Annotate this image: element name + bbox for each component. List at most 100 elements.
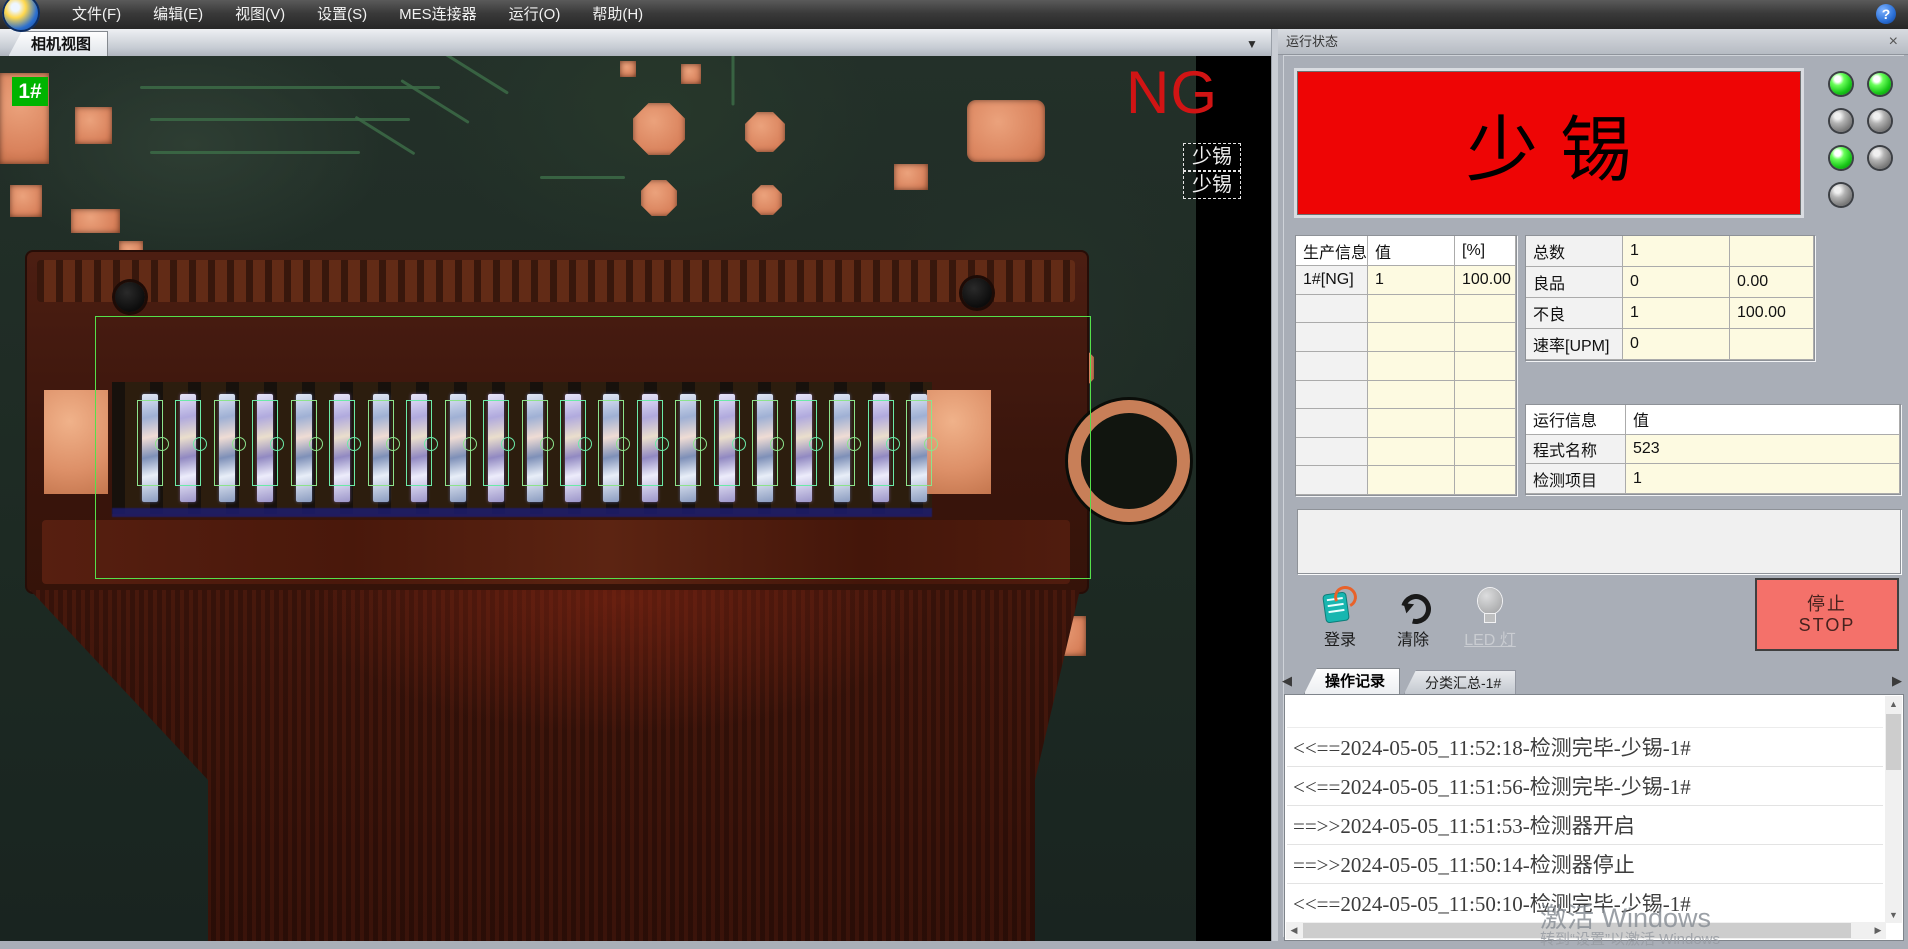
run-info-table: 运行信息值程式名称523检测项目1	[1525, 404, 1901, 495]
menu-item[interactable]: 视图(V)	[219, 0, 301, 29]
camera-tab-bar: 相机视图 ▼	[0, 29, 1271, 57]
table-cell: 1	[1623, 298, 1730, 329]
menu-item[interactable]: 设置(S)	[301, 0, 383, 29]
scroll-down-icon[interactable]: ▼	[1885, 907, 1902, 923]
table-cell: 1#[NG]	[1296, 266, 1368, 295]
table-cell: 100.00	[1455, 266, 1516, 295]
panel-title: 运行状态	[1286, 34, 1338, 49]
table-cell	[1296, 409, 1368, 438]
menu-bar: 文件(F)编辑(E)视图(V)设置(S)MES连接器运行(O)帮助(H) ?	[0, 0, 1908, 29]
vertical-scrollbar[interactable]: ▲ ▼	[1885, 696, 1902, 923]
menu-item[interactable]: 文件(F)	[56, 0, 137, 29]
table-cell: 检测项目	[1526, 464, 1626, 494]
menu-item[interactable]: 运行(O)	[493, 0, 577, 29]
table-cell	[1296, 295, 1368, 324]
id-badge-icon	[1325, 588, 1355, 622]
app-window: 文件(F)编辑(E)视图(V)设置(S)MES连接器运行(O)帮助(H) ? 相…	[0, 0, 1908, 941]
scroll-up-icon[interactable]: ▲	[1885, 696, 1902, 712]
table-cell: 程式名称	[1526, 435, 1626, 465]
log-entry: <<==2024-05-05_11:52:18-检测完毕-少锡-1#	[1287, 728, 1883, 767]
defect-tags: 少锡少锡	[1183, 143, 1243, 199]
camera-view[interactable]: 1# NG 少锡少锡	[0, 56, 1271, 941]
table-cell: 0.00	[1730, 267, 1814, 298]
menu-items: 文件(F)编辑(E)视图(V)设置(S)MES连接器运行(O)帮助(H)	[56, 0, 659, 29]
production-table: 生产信息值[%] 1#[NG]1100.00	[1295, 235, 1517, 496]
table-cell	[1455, 323, 1516, 352]
clear-button-label: 清除	[1397, 626, 1429, 650]
status-led-on	[1830, 147, 1852, 169]
table-cell	[1296, 352, 1368, 381]
table-cell: 速率[UPM]	[1526, 329, 1623, 360]
table-cell: 值	[1626, 405, 1900, 435]
table-cell	[1368, 323, 1455, 352]
table-cell: 523	[1626, 435, 1900, 465]
tab-scroll-right-icon[interactable]: ▶	[1892, 673, 1902, 689]
table-cell	[1368, 409, 1455, 438]
table-cell: 1	[1623, 236, 1730, 267]
defect-tag: 少锡	[1183, 171, 1241, 199]
table-cell	[1368, 295, 1455, 324]
menu-item[interactable]: MES连接器	[383, 0, 493, 29]
menu-item[interactable]: 帮助(H)	[576, 0, 659, 29]
message-box	[1297, 509, 1901, 574]
help-icon[interactable]: ?	[1876, 4, 1896, 24]
log-tab-bar: ◀ 操作记录 分类汇总-1# ▶	[1282, 668, 1904, 694]
stop-button[interactable]: 停止 STOP	[1755, 578, 1899, 651]
status-led-off	[1830, 184, 1852, 206]
tab-camera-view[interactable]: 相机视图	[8, 31, 108, 57]
login-button-label: 登录	[1324, 626, 1356, 650]
vscroll-thumb[interactable]	[1886, 714, 1901, 770]
refresh-icon	[1398, 590, 1428, 622]
stop-button-label-cn: 停止	[1807, 594, 1847, 615]
table-cell: 0	[1623, 267, 1730, 298]
table-cell: [%]	[1455, 236, 1516, 266]
table-cell: 生产信息	[1296, 236, 1368, 266]
tab-operation-log[interactable]: 操作记录	[1304, 668, 1400, 694]
table-cell: 0	[1623, 329, 1730, 360]
table-cell	[1455, 381, 1516, 410]
tab-scroll-left-icon[interactable]: ◀	[1282, 673, 1292, 689]
table-cell: 值	[1368, 236, 1455, 266]
table-cell: 100.00	[1730, 298, 1814, 329]
table-cell	[1368, 381, 1455, 410]
table-cell	[1730, 329, 1814, 360]
table-cell	[1296, 323, 1368, 352]
scroll-right-icon[interactable]: ▶	[1870, 922, 1886, 939]
table-cell	[1455, 352, 1516, 381]
status-led-off	[1869, 147, 1891, 169]
table-cell	[1455, 409, 1516, 438]
status-led-off	[1830, 110, 1852, 132]
table-cell: 1	[1626, 464, 1900, 494]
clear-button[interactable]: 清除	[1378, 576, 1448, 650]
table-cell: 1	[1368, 266, 1455, 295]
close-icon[interactable]: ×	[1889, 29, 1898, 55]
defect-banner: 少锡	[1297, 71, 1801, 215]
table-cell	[1296, 438, 1368, 467]
table-cell: 运行信息	[1526, 405, 1626, 435]
table-cell	[1296, 381, 1368, 410]
table-cell: 良品	[1526, 267, 1623, 298]
summary-table: 总数1良品00.00不良1100.00速率[UPM]0	[1525, 235, 1815, 361]
status-led-on	[1830, 73, 1852, 95]
table-cell	[1368, 438, 1455, 467]
inspection-roi	[95, 316, 1091, 579]
camera-id-badge: 1#	[12, 77, 48, 106]
log-entry: ==>>2024-05-05_11:50:14-检测器停止	[1287, 845, 1883, 884]
log-entry: ==>>2024-05-05_11:51:53-检测器开启	[1287, 806, 1883, 845]
table-cell	[1730, 236, 1814, 267]
app-logo-icon	[2, 0, 40, 32]
scroll-left-icon[interactable]: ◀	[1286, 922, 1302, 939]
status-led-off	[1869, 110, 1891, 132]
status-led-grid	[1830, 73, 1894, 206]
tab-class-summary[interactable]: 分类汇总-1#	[1404, 670, 1516, 694]
light-bulb-icon	[1477, 588, 1503, 622]
chevron-down-icon[interactable]: ▼	[1246, 37, 1258, 51]
table-cell	[1296, 466, 1368, 495]
menu-item[interactable]: 编辑(E)	[137, 0, 219, 29]
log-entry: <<==2024-05-05_11:51:56-检测完毕-少锡-1#	[1287, 767, 1883, 806]
login-button[interactable]: 登录	[1305, 576, 1375, 650]
led-light-button[interactable]: LED 灯	[1455, 576, 1525, 650]
table-cell	[1455, 466, 1516, 495]
table-cell: 总数	[1526, 236, 1623, 267]
panel-title-bar: 运行状态 ×	[1278, 29, 1908, 55]
